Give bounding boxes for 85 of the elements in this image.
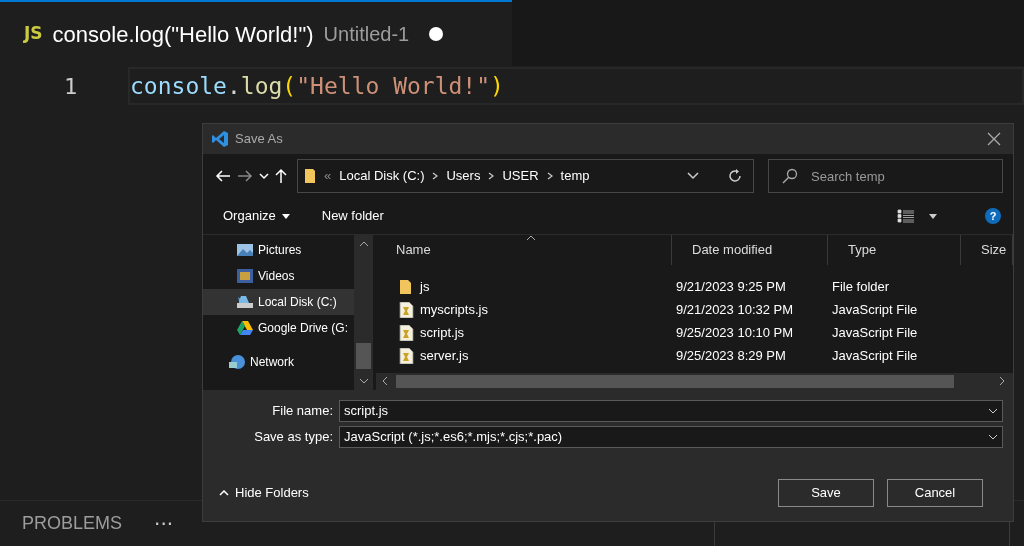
file-name-cell[interactable]: script.js	[376, 321, 672, 344]
line-number: 1	[63, 72, 79, 101]
network-icon	[229, 354, 245, 370]
breadcrumb[interactable]: USER	[502, 166, 539, 186]
column-header[interactable]: Date modified	[672, 235, 828, 265]
script-file-icon	[398, 347, 414, 364]
script-file-icon	[398, 301, 414, 318]
chevron-right-icon	[546, 172, 553, 180]
scroll-up-icon[interactable]	[359, 241, 370, 247]
forward-arrow-icon[interactable]	[237, 169, 253, 183]
type-cell-text: JavaScript File	[831, 323, 919, 342]
field-value: JavaScript (*.js;*.es6;*.mjs;*.cjs;*.pac)	[344, 428, 563, 447]
caret-icon	[281, 213, 290, 219]
address-bar[interactable]: « Local Disk (C:) Users USER temp	[297, 159, 754, 193]
editor-tab[interactable]: JS console.log("Hello World!") Untitled-1	[0, 0, 512, 66]
scrollbar-thumb[interactable]	[396, 375, 954, 388]
scroll-left-icon[interactable]	[382, 376, 388, 386]
nav-item[interactable]: Google Drive (G:	[203, 315, 355, 341]
file-name-field[interactable]: script.js	[339, 400, 1003, 422]
field-value: script.js	[344, 402, 389, 421]
tab-title: console.log("Hello World!")	[52, 20, 314, 49]
caret-icon	[929, 213, 937, 219]
search-field[interactable]: Search temp	[768, 159, 1003, 193]
folder-icon	[304, 168, 316, 184]
script-file-icon	[398, 324, 414, 341]
search-icon	[782, 168, 798, 184]
file-name-cell[interactable]: myscripts.js	[376, 298, 672, 321]
scroll-right-icon[interactable]	[999, 376, 1006, 386]
date-cell-text: 9/25/2023 8:29 PM	[675, 346, 787, 365]
save-button[interactable]: Save	[778, 479, 874, 507]
recent-caret-icon[interactable]	[259, 172, 269, 180]
drive-icon	[237, 320, 253, 336]
nav-item[interactable]: Network	[203, 349, 355, 375]
file-type-label: JS	[24, 22, 43, 46]
column-header[interactable]: Name	[376, 235, 672, 265]
chevron-up-icon	[219, 490, 229, 496]
more-actions[interactable]: ···	[154, 508, 174, 539]
type-cell-text: File folder	[831, 277, 891, 296]
close-icon[interactable]	[987, 132, 1001, 146]
view-options-button[interactable]	[897, 209, 937, 223]
pictures-icon	[237, 242, 253, 258]
organize-menu[interactable]: Organize	[223, 206, 290, 226]
file-name-cell[interactable]: server.js	[376, 344, 672, 367]
app-logo-icon	[211, 130, 229, 148]
date-cell-text: 9/21/2023 9:25 PM	[675, 277, 787, 296]
column-header[interactable]: Size	[961, 235, 1014, 265]
new-folder-button[interactable]: New folder	[321, 206, 384, 226]
back-arrow-icon[interactable]	[215, 169, 231, 183]
vertical-scrollbar[interactable]	[354, 235, 373, 390]
help-button[interactable]: ?	[985, 208, 1001, 224]
chevron-right-icon	[432, 172, 439, 180]
chevron-right-icon	[488, 172, 495, 180]
up-arrow-icon[interactable]	[275, 168, 287, 184]
field-label: Save as type:	[253, 428, 333, 447]
hide-folders-button[interactable]: Hide Folders	[213, 482, 315, 504]
dropdown-caret-icon	[988, 408, 998, 414]
column-header[interactable]: Type	[828, 235, 961, 265]
breadcrumb[interactable]: Local Disk (C:)	[339, 166, 425, 186]
tab-description: Untitled-1	[323, 22, 410, 47]
breadcrumb[interactable]: temp	[560, 166, 590, 186]
dialog-title: Save As	[235, 130, 283, 149]
refresh-icon[interactable]	[727, 168, 743, 184]
file-type-dropdown[interactable]: JavaScript (*.js;*.es6;*.mjs;*.cjs;*.pac)	[339, 426, 1003, 448]
dropdown-caret-icon	[988, 434, 998, 440]
folder-icon	[398, 278, 414, 295]
details-view-icon	[897, 209, 915, 223]
file-name-cell[interactable]: js	[376, 275, 672, 298]
dropdown-caret-icon[interactable]	[687, 172, 699, 180]
type-cell-text: JavaScript File	[831, 346, 919, 365]
breadcrumb[interactable]: Users	[446, 166, 481, 186]
date-cell-text: 9/25/2023 10:10 PM	[675, 323, 795, 342]
disk-icon	[237, 294, 253, 310]
cancel-button[interactable]: Cancel	[887, 479, 983, 507]
overflow-chevron[interactable]: «	[324, 166, 332, 186]
nav-item[interactable]: Pictures	[203, 237, 355, 263]
scrollbar-thumb[interactable]	[356, 343, 371, 369]
horizontal-scrollbar[interactable]	[376, 373, 1014, 390]
field-label: File name:	[271, 402, 333, 421]
date-cell-text: 9/21/2023 10:32 PM	[675, 300, 795, 319]
scroll-down-icon[interactable]	[359, 378, 370, 384]
nav-item[interactable]: Videos	[203, 263, 355, 289]
videos-icon	[237, 268, 253, 284]
panel-tab[interactable]: PROBLEMS	[0, 510, 145, 537]
type-cell-text: JavaScript File	[831, 300, 919, 319]
nav-item[interactable]: Local Disk (C:)	[203, 289, 355, 315]
